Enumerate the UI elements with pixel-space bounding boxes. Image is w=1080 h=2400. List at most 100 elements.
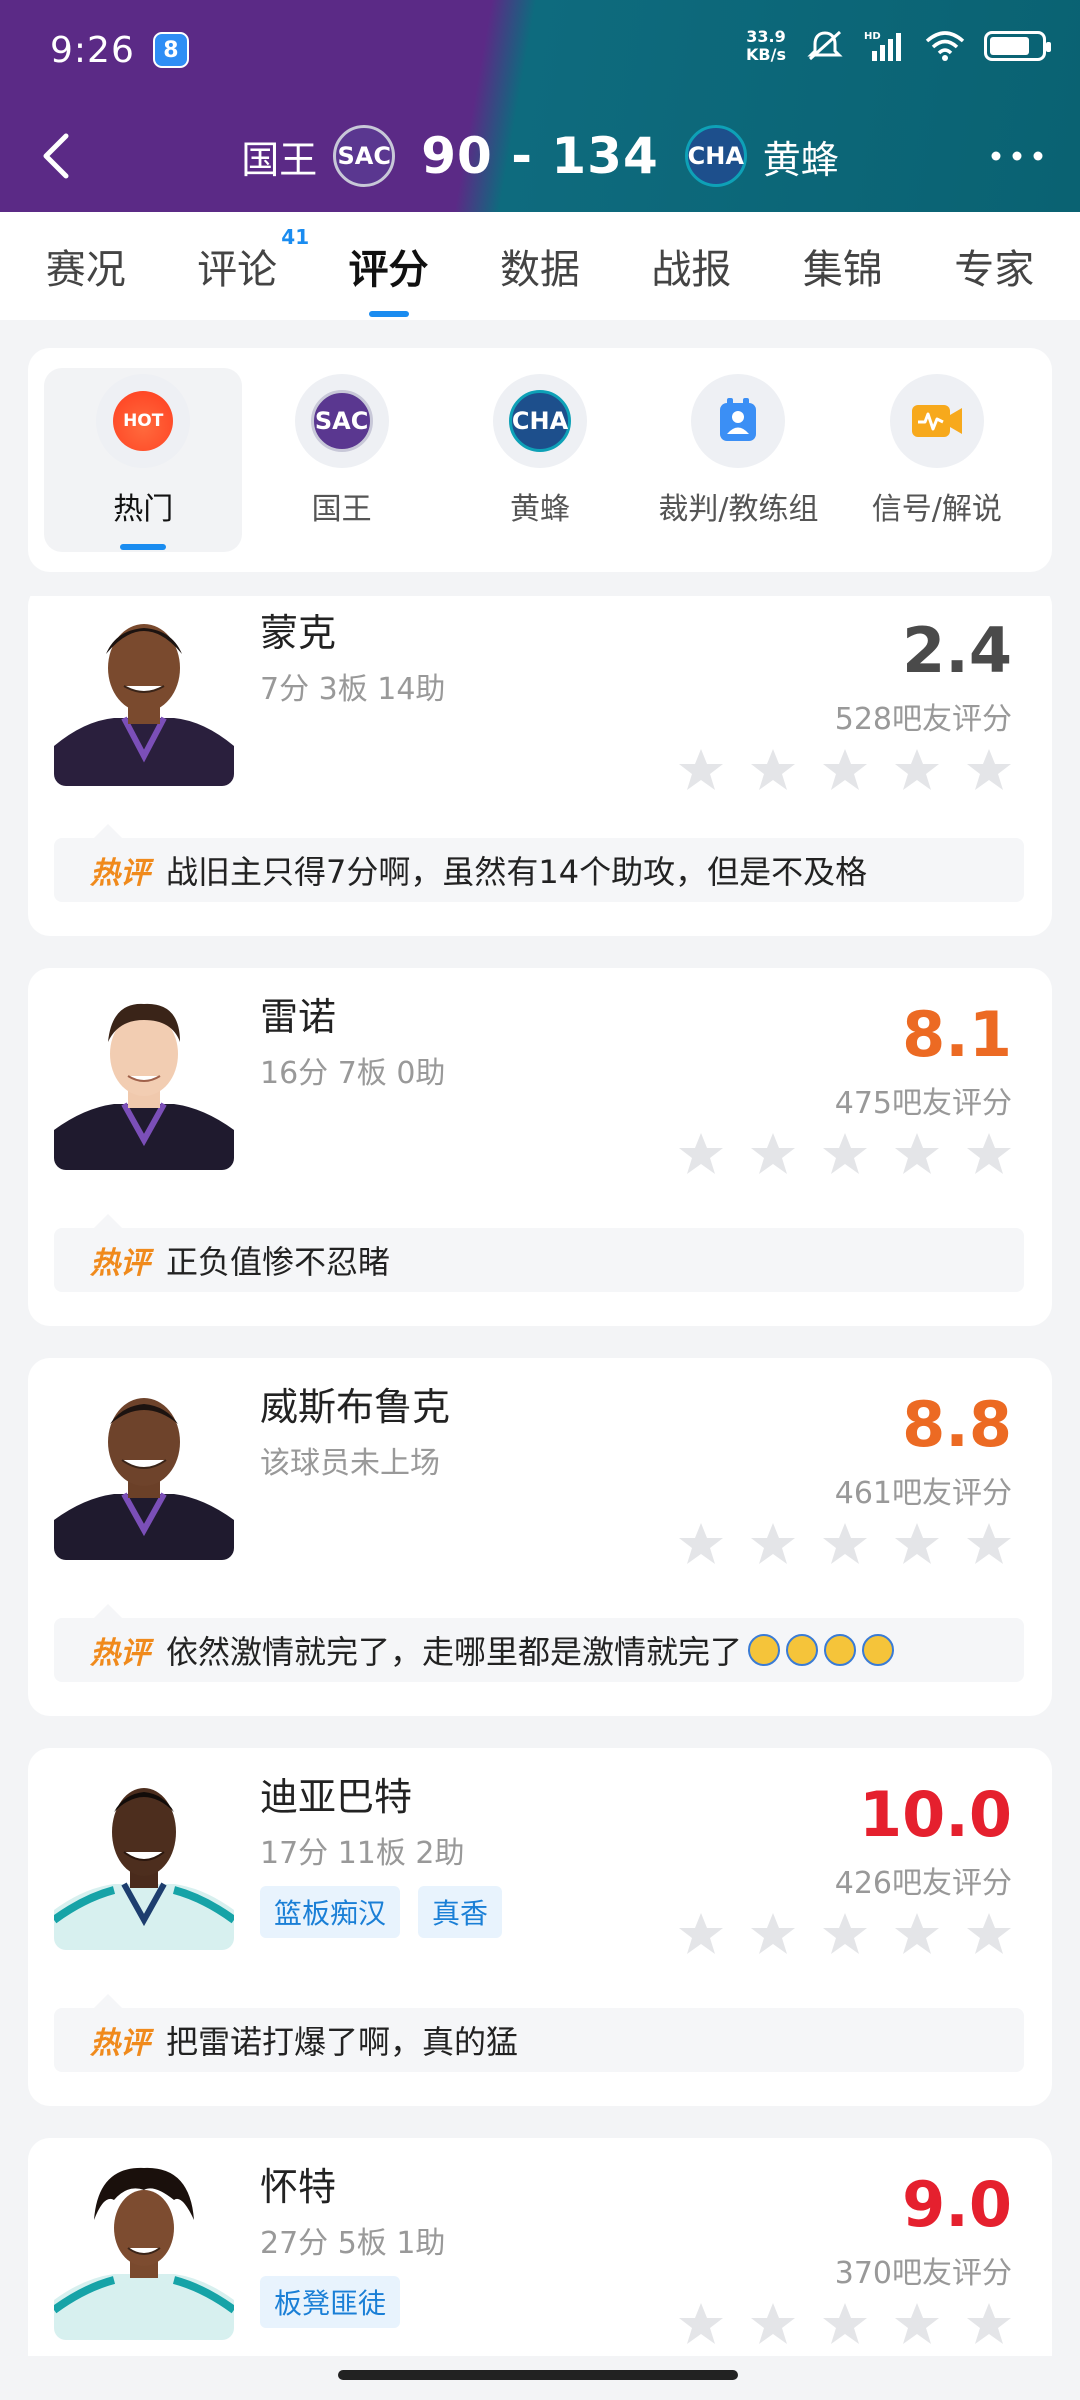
- star-rating-input[interactable]: [676, 746, 1014, 796]
- hot-comment-text: 正负值惨不忍睹: [166, 1243, 391, 1281]
- sac-logo-icon: SAC: [333, 125, 396, 187]
- star-icon[interactable]: [964, 1520, 1014, 1570]
- star-rating-input[interactable]: [676, 1520, 1014, 1570]
- player-avatar: [54, 2160, 234, 2340]
- star-icon[interactable]: [964, 746, 1014, 796]
- filter-hot[interactable]: HOT 热门: [44, 368, 243, 552]
- filter-broadcast[interactable]: 信号/解说: [838, 368, 1036, 552]
- star-icon[interactable]: [676, 746, 726, 796]
- star-rating-input[interactable]: [676, 1910, 1014, 1960]
- tab-label: 评论: [197, 247, 278, 293]
- hot-comment[interactable]: 热评 正负值惨不忍睹: [54, 1214, 1024, 1292]
- player-tag[interactable]: 板凳匪徒: [260, 2276, 401, 2328]
- star-icon[interactable]: [748, 2300, 798, 2350]
- star-icon[interactable]: [964, 1910, 1014, 1960]
- player-name: 雷诺: [260, 995, 337, 1039]
- star-icon[interactable]: [676, 2300, 726, 2350]
- filter-label: 热门: [113, 492, 174, 527]
- player-stats: 7分 3板 14助: [260, 672, 446, 707]
- filter-referee-coach[interactable]: 裁判/教练组: [639, 368, 837, 552]
- star-icon[interactable]: [964, 2300, 1014, 2350]
- cha-logo-icon: CHA: [684, 125, 747, 187]
- filter-sac[interactable]: SAC 国王: [242, 368, 440, 552]
- player-stats: 该球员未上场: [260, 1446, 440, 1481]
- tab-highlights[interactable]: 集锦: [793, 237, 893, 295]
- star-icon[interactable]: [892, 2300, 942, 2350]
- player-card[interactable]: 威斯布鲁克 该球员未上场 8.8 461吧友评分 热评 依然激情就完了，走哪里都…: [28, 1358, 1052, 1716]
- star-icon[interactable]: [676, 1910, 726, 1960]
- player-tag[interactable]: 真香: [418, 1886, 503, 1938]
- more-options-button[interactable]: [982, 126, 1052, 186]
- player-stats: 27分 5板 1助: [260, 2226, 446, 2261]
- star-icon[interactable]: [892, 1520, 942, 1570]
- star-icon[interactable]: [748, 746, 798, 796]
- nav-row: 国王 SAC 90 - 134 CHA 黄蜂: [0, 100, 1080, 212]
- player-rating: 10.0: [859, 1778, 1012, 1851]
- star-icon[interactable]: [820, 1910, 870, 1960]
- star-icon[interactable]: [748, 1910, 798, 1960]
- player-card[interactable]: 怀特 27分 5板 1助 板凳匪徒 9.0 370吧友评分: [28, 2138, 1052, 2356]
- tab-bar: 赛况 评论 41 评分 数据 战报 集锦 专家: [0, 212, 1080, 320]
- tab-stats[interactable]: 数据: [490, 237, 590, 295]
- player-stats: 16分 7板 0助: [260, 1056, 446, 1091]
- sac-filter-icon: SAC: [294, 374, 389, 468]
- rating-count: 370吧友评分: [834, 2256, 1012, 2291]
- player-stats: 17分 11板 2助: [260, 1836, 465, 1871]
- network-speed: 33.9 KB/s: [746, 28, 786, 64]
- star-rating-input[interactable]: [676, 2300, 1014, 2350]
- star-icon[interactable]: [820, 746, 870, 796]
- tab-experts[interactable]: 专家: [944, 237, 1044, 295]
- star-icon[interactable]: [892, 1910, 942, 1960]
- player-card[interactable]: 迪亚巴特 17分 11板 2助 篮板痴汉 真香 10.0 426吧友评分 热评 …: [28, 1748, 1052, 2106]
- scoreline: 国王 SAC 90 - 134 CHA 黄蜂: [0, 100, 1080, 212]
- wifi-icon: [925, 31, 965, 61]
- star-icon[interactable]: [820, 1520, 870, 1570]
- hot-comment-text: 把雷诺打爆了啊，真的猛: [166, 2023, 519, 2061]
- star-icon[interactable]: [676, 1520, 726, 1570]
- hot-badge-text: HOT: [113, 391, 174, 451]
- sac-logo-icon: SAC: [310, 390, 373, 452]
- rating-count: 426吧友评分: [834, 1866, 1012, 1901]
- star-icon[interactable]: [820, 1130, 870, 1180]
- hot-comment[interactable]: 热评 战旧主只得7分啊，虽然有14个助攻，但是不及格: [54, 824, 1024, 902]
- tab-ratings[interactable]: 评分: [339, 237, 439, 317]
- player-card[interactable]: 雷诺 16分 7板 0助 8.1 475吧友评分 热评 正负值惨不忍睹: [28, 968, 1052, 1326]
- star-icon[interactable]: [820, 2300, 870, 2350]
- tab-comments[interactable]: 评论 41: [187, 225, 309, 295]
- hot-comment[interactable]: 热评 把雷诺打爆了啊，真的猛: [54, 1994, 1024, 2072]
- player-avatar: [54, 1380, 234, 1560]
- tab-label: 评分: [348, 247, 429, 293]
- player-card[interactable]: 蒙克 7分 3板 14助 2.4 528吧友评分 热评 战旧主只得7分啊，虽然有…: [28, 596, 1052, 936]
- player-name: 威斯布鲁克: [260, 1385, 451, 1429]
- game-score: 90 - 134: [421, 127, 659, 185]
- hd-text: HD: [864, 31, 881, 42]
- player-avatar: [54, 1770, 234, 1950]
- tab-report[interactable]: 战报: [641, 237, 741, 295]
- hot-comment-text: 依然激情就完了，走哪里都是激情就完了: [166, 1633, 743, 1671]
- tab-game-status[interactable]: 赛况: [36, 237, 136, 295]
- home-team-name: 国王: [241, 137, 318, 182]
- home-indicator[interactable]: [338, 2370, 738, 2380]
- mute-bell-icon: [807, 30, 843, 61]
- star-icon[interactable]: [748, 1130, 798, 1180]
- tab-label: 集锦: [802, 247, 883, 293]
- rating-filter-card: HOT 热门 SAC 国王 CHA 黄蜂 裁判/教练组 信号/解说: [28, 348, 1052, 572]
- rating-count: 528吧友评分: [834, 702, 1012, 737]
- hot-comment-label: 热评: [90, 1636, 150, 1671]
- hot-comment-text: 战旧主只得7分啊，虽然有14个助攻，但是不及格: [166, 853, 868, 891]
- emoji-group: [748, 1634, 895, 1666]
- star-icon[interactable]: [748, 1520, 798, 1570]
- star-icon[interactable]: [892, 1130, 942, 1180]
- filter-label: 黄蜂: [510, 492, 571, 527]
- rating-count: 461吧友评分: [834, 1476, 1012, 1511]
- player-name: 怀特: [260, 2165, 337, 2209]
- star-icon[interactable]: [676, 1130, 726, 1180]
- star-icon[interactable]: [892, 746, 942, 796]
- filter-cha[interactable]: CHA 黄蜂: [441, 368, 639, 552]
- hot-comment-label: 热评: [90, 856, 150, 891]
- signal-hd-icon: HD: [864, 31, 901, 61]
- player-tag[interactable]: 篮板痴汉: [260, 1886, 401, 1938]
- star-icon[interactable]: [964, 1130, 1014, 1180]
- hot-comment[interactable]: 热评 依然激情就完了，走哪里都是激情就完了: [54, 1604, 1024, 1682]
- star-rating-input[interactable]: [676, 1130, 1014, 1180]
